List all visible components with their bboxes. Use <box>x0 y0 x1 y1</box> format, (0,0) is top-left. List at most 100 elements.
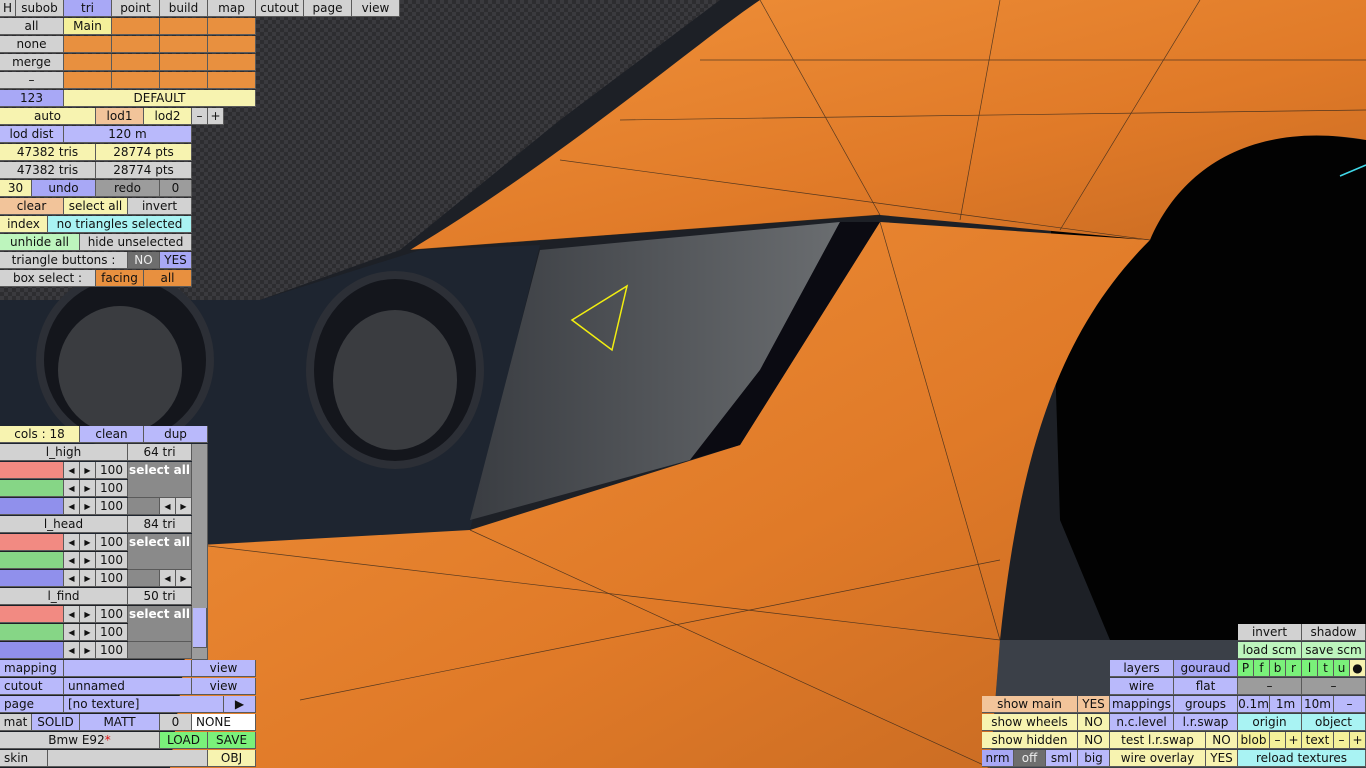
gouraud-button[interactable]: gouraud <box>1174 660 1238 677</box>
layer-slot[interactable] <box>112 36 160 53</box>
show-wheels-value[interactable]: NO <box>1078 714 1110 731</box>
obj-button[interactable]: OBJ <box>208 750 256 767</box>
flag-r[interactable]: r <box>1286 660 1302 677</box>
layer-slot[interactable] <box>208 54 256 71</box>
color-group-select-all[interactable]: select all <box>128 606 192 642</box>
invert-view-button[interactable]: invert <box>1238 624 1302 641</box>
wire-button[interactable]: wire <box>1110 678 1174 695</box>
layer-slot[interactable] <box>208 18 256 35</box>
normal-size-off[interactable]: off <box>1014 750 1046 767</box>
test-lr-swap-button[interactable]: test l.r.swap <box>1110 732 1206 749</box>
layer-slot[interactable] <box>208 36 256 53</box>
flag-p[interactable]: P <box>1238 660 1254 677</box>
mapping-view-button[interactable]: view <box>192 660 256 677</box>
dash-button-1[interactable]: – <box>1238 678 1302 695</box>
color-group-name[interactable]: l_find <box>0 588 128 605</box>
right-arrow-icon[interactable]: ▶ <box>80 534 96 551</box>
shadow-button[interactable]: shadow <box>1302 624 1366 641</box>
left-arrow-icon[interactable]: ◀ <box>64 462 80 479</box>
matt-button[interactable]: MATT <box>80 714 160 731</box>
menu-point[interactable]: point <box>112 0 160 17</box>
lod2-button[interactable]: lod2 <box>144 108 192 125</box>
color-group-name[interactable]: l_head <box>0 516 128 533</box>
invert-button[interactable]: invert <box>128 198 192 215</box>
lod-dist-value[interactable]: 120 m <box>64 126 192 143</box>
select-all-button[interactable]: select all <box>64 198 128 215</box>
page-field[interactable]: [no texture] <box>64 696 224 713</box>
menu-page[interactable]: page <box>304 0 352 17</box>
object-button[interactable]: object <box>1302 714 1366 731</box>
flag-t[interactable]: t <box>1318 660 1334 677</box>
flag-f[interactable]: f <box>1254 660 1270 677</box>
blue-channel-slider[interactable] <box>0 642 64 659</box>
nc-level-button[interactable]: n.c.level <box>1110 714 1174 731</box>
menu-build[interactable]: build <box>160 0 208 17</box>
merge-button[interactable]: merge <box>0 54 64 71</box>
layer-slot[interactable] <box>208 72 256 89</box>
left-arrow-icon[interactable]: ◀ <box>64 534 80 551</box>
lod-minus[interactable]: – <box>192 108 208 125</box>
show-hidden-value[interactable]: NO <box>1078 732 1110 749</box>
left-arrow-icon[interactable]: ◀ <box>64 570 80 587</box>
dash-button[interactable]: – <box>0 72 64 89</box>
normal-size-nrm[interactable]: nrm <box>982 750 1014 767</box>
wire-overlay-button[interactable]: wire overlay <box>1110 750 1206 767</box>
load-button[interactable]: LOAD <box>160 732 208 749</box>
layer-slot[interactable] <box>112 18 160 35</box>
normal-size-big[interactable]: big <box>1078 750 1110 767</box>
left-arrow-icon[interactable]: ◀ <box>160 570 176 587</box>
page-next-icon[interactable]: ▶ <box>224 696 256 713</box>
h-button[interactable]: H <box>0 0 16 17</box>
normal-size-sml[interactable]: sml <box>1046 750 1078 767</box>
left-arrow-icon[interactable]: ◀ <box>64 624 80 641</box>
flag-l[interactable]: l <box>1302 660 1318 677</box>
colors-scroll-thumb[interactable] <box>193 608 207 648</box>
right-arrow-icon[interactable]: ▶ <box>80 462 96 479</box>
index-button[interactable]: index <box>0 216 48 233</box>
red-channel-slider[interactable] <box>0 606 64 623</box>
reload-textures-button[interactable]: reload textures <box>1238 750 1366 767</box>
show-main-value[interactable]: YES <box>1078 696 1110 713</box>
skin-field[interactable] <box>48 750 208 767</box>
grid-1m[interactable]: 1m <box>1270 696 1302 713</box>
menu-subob[interactable]: subob <box>16 0 64 17</box>
blue-channel-slider[interactable] <box>0 570 64 587</box>
lod-plus[interactable]: + <box>208 108 224 125</box>
lod-auto[interactable]: auto <box>0 108 96 125</box>
blue-channel-slider[interactable] <box>0 498 64 515</box>
layer-slot[interactable] <box>160 54 208 71</box>
layer-slot[interactable] <box>112 72 160 89</box>
layer-slot[interactable] <box>160 18 208 35</box>
left-arrow-icon[interactable]: ◀ <box>64 480 80 497</box>
left-arrow-icon[interactable]: ◀ <box>64 498 80 515</box>
show-main-label[interactable]: show main <box>982 696 1078 713</box>
right-arrow-icon[interactable]: ▶ <box>80 570 96 587</box>
lod1-button[interactable]: lod1 <box>96 108 144 125</box>
load-scm-button[interactable]: load scm <box>1238 642 1302 659</box>
unhide-all-button[interactable]: unhide all <box>0 234 80 251</box>
text-plus[interactable]: + <box>1350 732 1366 749</box>
color-group-select-all[interactable]: select all <box>128 534 192 570</box>
hide-unselected-button[interactable]: hide unselected <box>80 234 192 251</box>
menu-view[interactable]: view <box>352 0 400 17</box>
layer-main[interactable]: Main <box>64 18 112 35</box>
lr-swap-button[interactable]: l.r.swap <box>1174 714 1238 731</box>
left-arrow-icon[interactable]: ◀ <box>64 552 80 569</box>
right-arrow-icon[interactable]: ▶ <box>80 642 96 659</box>
triangle-buttons-no[interactable]: NO <box>128 252 160 269</box>
box-select-all[interactable]: all <box>144 270 192 287</box>
grid-off[interactable]: – <box>1334 696 1366 713</box>
red-channel-slider[interactable] <box>0 534 64 551</box>
flag-b[interactable]: b <box>1270 660 1286 677</box>
mapping-field[interactable] <box>64 660 192 677</box>
dup-button[interactable]: dup <box>144 426 208 443</box>
right-arrow-icon[interactable]: ▶ <box>80 552 96 569</box>
number-button[interactable]: 123 <box>0 90 64 107</box>
cutout-field[interactable]: unnamed <box>64 678 192 695</box>
right-arrow-icon[interactable]: ▶ <box>80 498 96 515</box>
redo-button[interactable]: redo <box>96 180 160 197</box>
show-hidden-label[interactable]: show hidden <box>982 732 1078 749</box>
wire-overlay-value[interactable]: YES <box>1206 750 1238 767</box>
save-button[interactable]: SAVE <box>208 732 256 749</box>
green-channel-slider[interactable] <box>0 552 64 569</box>
